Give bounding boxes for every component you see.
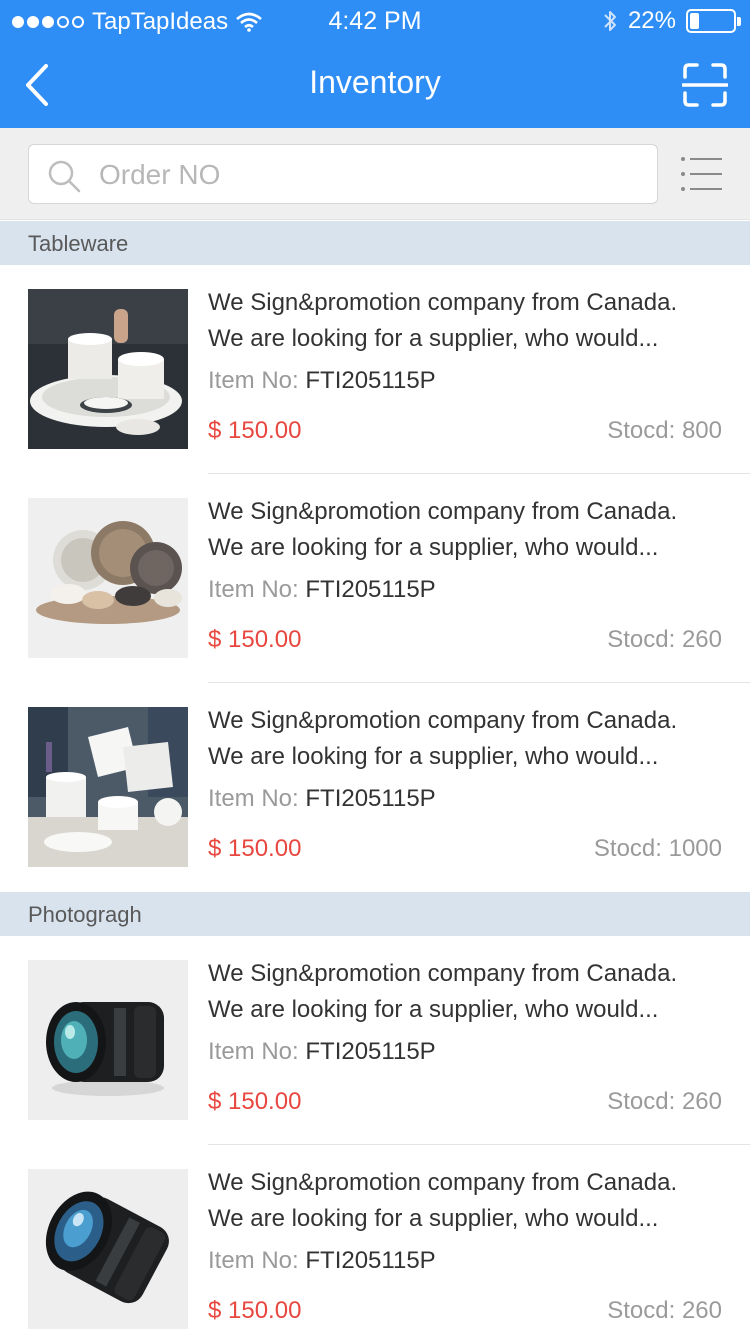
inventory-list: Tableware We Sign&promotion company from…	[0, 221, 750, 1334]
status-right: 22%	[602, 7, 741, 35]
item-number: Item No: FTI205115P	[208, 367, 436, 395]
item-number-value: FTI205115P	[305, 1247, 436, 1274]
item-description: We Sign&promotion company from Canada. W…	[208, 1165, 728, 1237]
item-price: $ 150.00	[208, 1297, 302, 1324]
app-header: TapTapIdeas 4:42 PM 22% Inventory	[0, 0, 750, 128]
item-number: Item No: FTI205115P	[208, 785, 436, 813]
nav-bar: Inventory	[0, 40, 750, 128]
item-number-label: Item No:	[208, 367, 299, 394]
item-stock: Stocd: 260	[607, 1088, 722, 1115]
item-description-line1: We Sign&promotion company from Canada.	[208, 707, 678, 734]
item-number-label: Item No:	[208, 1247, 299, 1274]
item-stock: Stocd: 260	[607, 626, 722, 653]
item-description: We Sign&promotion company from Canada. W…	[208, 494, 728, 566]
filter-list-icon[interactable]	[680, 156, 724, 192]
list-item[interactable]: We Sign&promotion company from Canada. W…	[0, 683, 750, 892]
product-image-camera-lens-angled	[28, 1169, 188, 1329]
status-bar: TapTapIdeas 4:42 PM 22%	[0, 0, 750, 40]
item-number-value: FTI205115P	[305, 1038, 436, 1065]
scan-button[interactable]	[682, 62, 728, 108]
product-image-tableware-stack	[28, 289, 188, 449]
item-number-label: Item No:	[208, 576, 299, 603]
item-description: We Sign&promotion company from Canada. W…	[208, 703, 728, 775]
list-item[interactable]: We Sign&promotion company from Canada. W…	[0, 1145, 750, 1334]
item-number-value: FTI205115P	[305, 785, 436, 812]
product-image-dinnerware-set	[28, 498, 188, 658]
page-title: Inventory	[309, 64, 441, 100]
item-description-line1: We Sign&promotion company from Canada.	[208, 498, 678, 525]
section-header-tableware: Tableware	[0, 221, 750, 265]
item-price: $ 150.00	[208, 417, 302, 444]
item-description-line2: We are looking for a supplier, who would…	[208, 534, 659, 561]
item-description-line1: We Sign&promotion company from Canada.	[208, 1169, 678, 1196]
battery-percent: 22%	[627, 7, 676, 34]
item-number: Item No: FTI205115P	[208, 1038, 436, 1066]
item-description-line1: We Sign&promotion company from Canada.	[208, 289, 678, 316]
search-input[interactable]	[99, 153, 639, 197]
item-stock: Stocd: 260	[607, 1297, 722, 1324]
bluetooth-icon	[604, 11, 616, 31]
list-item[interactable]: We Sign&promotion company from Canada. W…	[0, 474, 750, 683]
item-description-line2: We are looking for a supplier, who would…	[208, 1205, 659, 1232]
item-stock: Stocd: 800	[607, 417, 722, 444]
item-description-line2: We are looking for a supplier, who would…	[208, 743, 659, 770]
item-price: $ 150.00	[208, 626, 302, 653]
item-number-label: Item No:	[208, 1038, 299, 1065]
list-item[interactable]: We Sign&promotion company from Canada. W…	[0, 936, 750, 1145]
search-box[interactable]	[28, 144, 658, 204]
item-number-label: Item No:	[208, 785, 299, 812]
product-image-white-porcelain-set	[28, 707, 188, 867]
search-icon	[48, 160, 81, 193]
item-stock: Stocd: 1000	[593, 835, 722, 862]
item-description: We Sign&promotion company from Canada. W…	[208, 956, 728, 1028]
item-description-line2: We are looking for a supplier, who would…	[208, 996, 659, 1023]
item-price: $ 150.00	[208, 1088, 302, 1115]
item-number: Item No: FTI205115P	[208, 576, 436, 604]
list-item[interactable]: We Sign&promotion company from Canada. W…	[0, 265, 750, 474]
battery-icon	[686, 9, 741, 33]
product-image-camera-lens	[28, 960, 188, 1120]
item-description: We Sign&promotion company from Canada. W…	[208, 285, 728, 357]
search-bar	[0, 128, 750, 220]
item-number-value: FTI205115P	[305, 367, 436, 394]
item-description-line2: We are looking for a supplier, who would…	[208, 325, 659, 352]
item-number-value: FTI205115P	[305, 576, 436, 603]
section-header-photogragh: Photogragh	[0, 892, 750, 936]
item-price: $ 150.00	[208, 835, 302, 862]
item-description-line1: We Sign&promotion company from Canada.	[208, 960, 678, 987]
item-number: Item No: FTI205115P	[208, 1247, 436, 1275]
